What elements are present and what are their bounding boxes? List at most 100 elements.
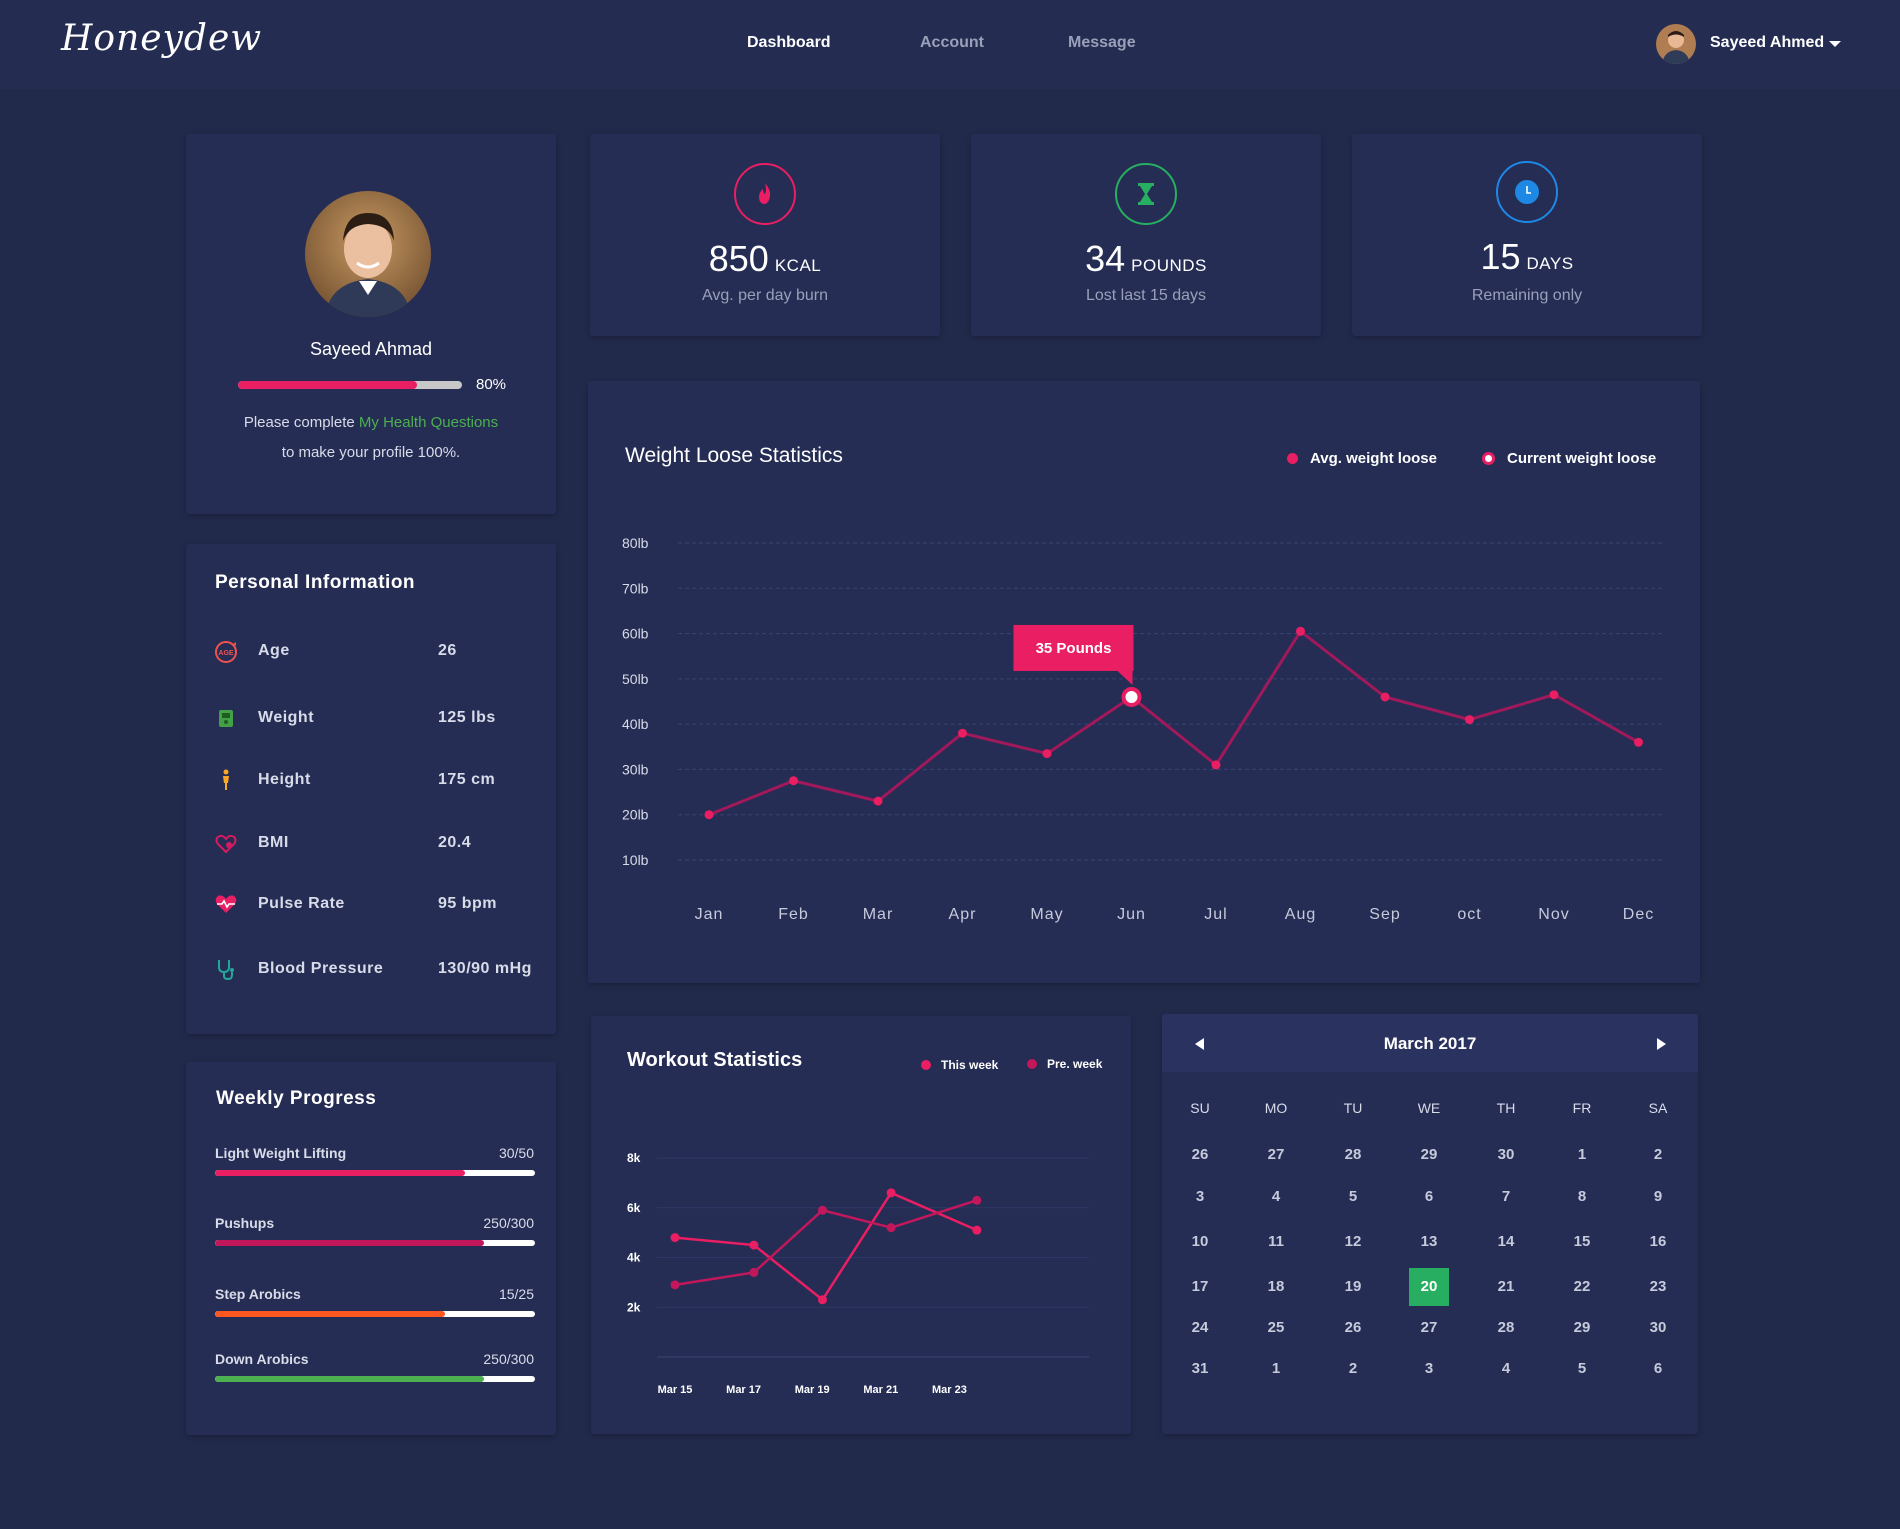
calendar-day[interactable]: 3	[1180, 1178, 1220, 1216]
calendar-day[interactable]: 13	[1409, 1223, 1449, 1261]
calendar-day[interactable]: 28	[1333, 1136, 1373, 1174]
calendar-day[interactable]: 4	[1486, 1350, 1526, 1388]
complete-suffix: to make your profile 100%.	[281, 444, 461, 461]
workout-y-tick: 8k	[627, 1151, 641, 1165]
calendar-day-of-week: MO	[1264, 1100, 1288, 1116]
calendar-day[interactable]: 6	[1638, 1350, 1678, 1388]
user-avatar[interactable]	[1656, 24, 1696, 64]
calendar-day-of-week: TU	[1343, 1100, 1363, 1116]
calendar-day[interactable]: 29	[1409, 1136, 1449, 1174]
calendar-day[interactable]: 5	[1333, 1178, 1373, 1216]
weight-line-chart: 80lb 70lb 60lb 50lb 40lb 30lb 20lb 10lb Jan Feb Ma…	[622, 535, 1664, 923]
weight-y-tick: 30lb	[622, 761, 649, 777]
weekly-item-progress-fill	[215, 1240, 484, 1246]
profile-name: Sayeed Ahmad	[309, 339, 433, 359]
app-logo[interactable]: Honeydew	[61, 18, 262, 59]
calendar-day[interactable]: 12	[1333, 1223, 1373, 1261]
calendar-day-of-week: SA	[1648, 1100, 1668, 1116]
weekly-item-progress-bar	[215, 1240, 535, 1246]
chevron-down-icon[interactable]	[1829, 41, 1841, 47]
calendar-day-of-week: FR	[1572, 1100, 1592, 1116]
personal-information-title: Personal Information	[215, 572, 416, 593]
nav-account[interactable]: Account	[920, 34, 984, 52]
weight-data-point	[873, 796, 883, 806]
tooltip-pointer	[1117, 670, 1133, 685]
calendar-day[interactable]: 25	[1256, 1309, 1296, 1347]
workout-x-tick: Mar 17	[726, 1384, 761, 1396]
nav-dashboard[interactable]: Dashboard	[747, 34, 831, 52]
weight-data-point	[1549, 690, 1559, 700]
calendar-day[interactable]: 22	[1562, 1268, 1602, 1306]
weekly-item-label: Step Arobics	[215, 1286, 301, 1302]
calendar-day[interactable]: 14	[1486, 1223, 1526, 1261]
weight-data-point	[704, 810, 714, 820]
workout-data-point	[886, 1188, 896, 1198]
personal-information-card: Personal Information AGE Age 26 Weight 1…	[186, 544, 556, 1034]
calendar-day[interactable]: 5	[1562, 1350, 1602, 1388]
calendar-day[interactable]: 30	[1638, 1309, 1678, 1347]
person-height-icon	[214, 768, 238, 792]
calendar-header: March 2017	[1162, 1014, 1698, 1072]
weight-x-tick: Apr	[949, 906, 977, 923]
weight-x-tick: Dec	[1623, 906, 1654, 923]
calendar-day-today[interactable]: 20	[1409, 1268, 1449, 1306]
personal-row-blood-pressure: Blood Pressure 130/90 mHg	[186, 955, 556, 985]
workout-data-point	[670, 1280, 680, 1290]
nav-message[interactable]: Message	[1068, 34, 1136, 52]
weight-y-tick: 70lb	[622, 580, 649, 596]
calendar-day[interactable]: 9	[1638, 1178, 1678, 1216]
calendar-day[interactable]: 17	[1180, 1268, 1220, 1306]
weekly-item-progress-bar	[215, 1311, 535, 1317]
profile-progress-percent: 80%	[476, 376, 507, 393]
weight-y-tick: 60lb	[622, 626, 649, 642]
calendar-day[interactable]: 21	[1486, 1268, 1526, 1306]
calendar-day[interactable]: 2	[1333, 1350, 1373, 1388]
calendar-day[interactable]: 3	[1409, 1350, 1449, 1388]
calendar-day[interactable]: 28	[1486, 1309, 1526, 1347]
weight-y-tick: 50lb	[622, 671, 649, 687]
weight-data-point	[1634, 737, 1643, 747]
calendar-day[interactable]: 31	[1180, 1350, 1220, 1388]
calendar-day-of-week: SU	[1190, 1100, 1210, 1116]
calendar-day[interactable]: 18	[1256, 1268, 1296, 1306]
weight-label: Weight	[258, 709, 315, 726]
workout-data-point	[886, 1223, 896, 1233]
height-value: 175 cm	[438, 771, 496, 788]
calendar-day[interactable]: 15	[1562, 1223, 1602, 1261]
calendar-next-icon[interactable]	[1657, 1038, 1666, 1050]
calendar-day[interactable]: 27	[1409, 1309, 1449, 1347]
calendar-day[interactable]: 16	[1638, 1223, 1678, 1261]
blood-pressure-value: 130/90 mHg	[438, 960, 532, 977]
calendar-day[interactable]: 2	[1638, 1136, 1678, 1174]
calendar-day[interactable]: 10	[1180, 1223, 1220, 1261]
workout-data-point	[817, 1295, 827, 1305]
calendar-day[interactable]: 1	[1256, 1350, 1296, 1388]
weight-data-point	[789, 776, 798, 786]
calendar-day[interactable]: 8	[1562, 1178, 1602, 1216]
calendar-day[interactable]: 6	[1409, 1178, 1449, 1216]
weight-x-tick: May	[1030, 906, 1063, 923]
workout-data-point	[749, 1240, 759, 1250]
calendar-day[interactable]: 11	[1256, 1223, 1296, 1261]
weight-data-point	[1465, 715, 1474, 725]
calendar-day[interactable]: 1	[1562, 1136, 1602, 1174]
calendar-day[interactable]: 29	[1562, 1309, 1602, 1347]
calendar-day[interactable]: 23	[1638, 1268, 1678, 1306]
weight-x-tick: Jul	[1204, 906, 1227, 923]
complete-prefix: Please complete	[243, 414, 355, 431]
blood-pressure-label: Blood Pressure	[258, 960, 384, 977]
calendar-day[interactable]: 27	[1256, 1136, 1296, 1174]
calendar-day[interactable]: 30	[1486, 1136, 1526, 1174]
calendar-day[interactable]: 26	[1180, 1136, 1220, 1174]
calendar-day[interactable]: 24	[1180, 1309, 1220, 1347]
health-questions-link[interactable]: My Health Questions	[359, 414, 498, 431]
weekly-item-value: 15/25	[498, 1286, 534, 1302]
weight-x-tick: Aug	[1285, 906, 1316, 923]
workout-data-point	[817, 1205, 827, 1215]
user-name[interactable]: Sayeed Ahmed	[1710, 34, 1824, 52]
calendar-day[interactable]: 4	[1256, 1178, 1296, 1216]
calendar-day[interactable]: 19	[1333, 1268, 1373, 1306]
calendar-day[interactable]: 26	[1333, 1309, 1373, 1347]
calories-label: Avg. per day burn	[701, 287, 828, 304]
calendar-day[interactable]: 7	[1486, 1178, 1526, 1216]
